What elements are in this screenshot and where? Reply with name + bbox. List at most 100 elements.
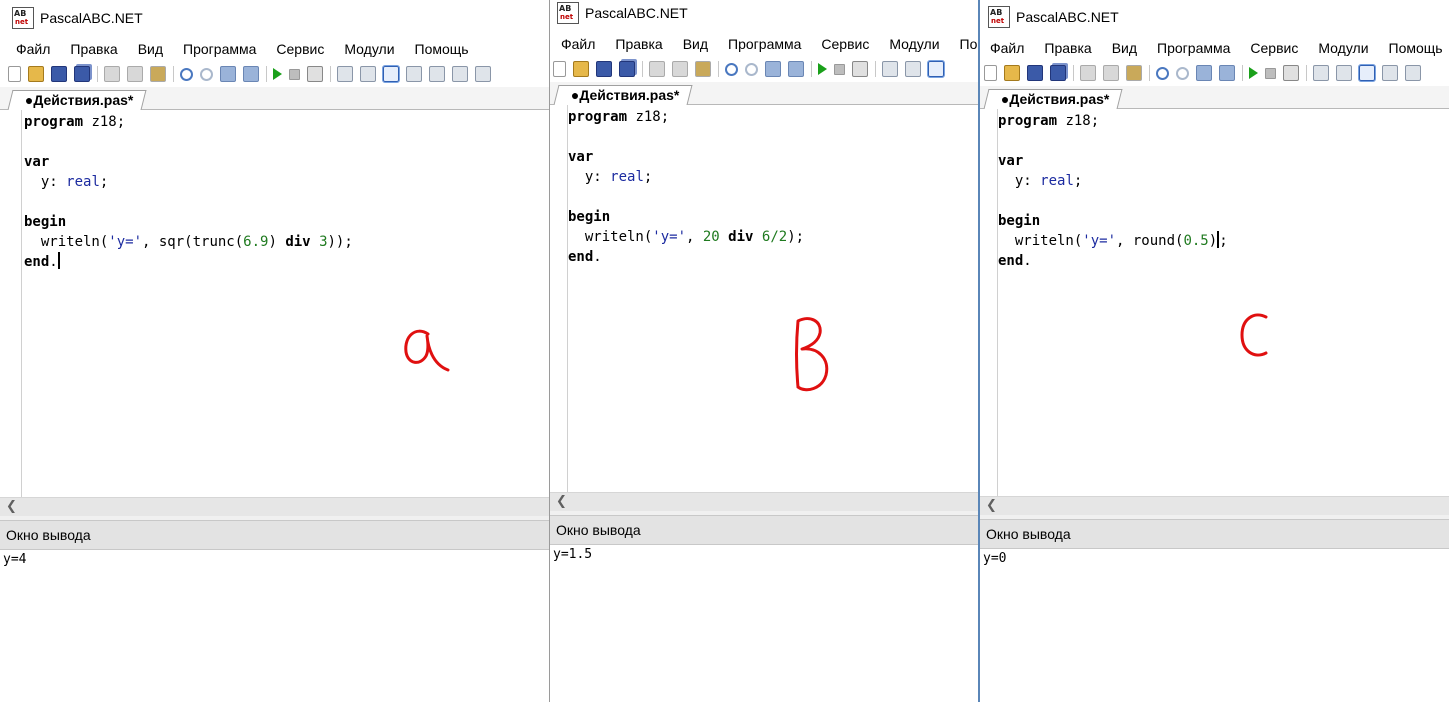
code-text[interactable]: program z18; var y: real; begin writeln(… — [568, 107, 804, 267]
forward-icon[interactable] — [243, 66, 259, 82]
format-icon[interactable] — [905, 61, 921, 77]
redo-icon[interactable] — [200, 67, 213, 81]
menu-file[interactable]: Файл — [990, 40, 1024, 56]
menu-view[interactable]: Вид — [1112, 40, 1137, 56]
menu-service[interactable]: Сервис — [821, 36, 869, 52]
handwritten-annotation — [1236, 309, 1276, 369]
new-file-icon[interactable] — [8, 66, 21, 82]
menu-modules[interactable]: Модули — [1318, 40, 1368, 56]
back-icon[interactable] — [220, 66, 236, 82]
format-icon[interactable] — [360, 66, 376, 82]
copy-icon[interactable] — [127, 66, 143, 82]
cut-icon[interactable] — [1080, 65, 1096, 81]
menu-file[interactable]: Файл — [561, 36, 595, 52]
menu-edit[interactable]: Правка — [70, 41, 117, 57]
new-file-icon[interactable] — [553, 61, 566, 77]
menu-help[interactable]: Помощь — [1389, 40, 1443, 56]
toggle-output-icon[interactable] — [382, 65, 400, 83]
scroll-left-icon[interactable]: ❮ — [6, 499, 17, 514]
scroll-left-icon[interactable]: ❮ — [556, 494, 567, 509]
code-editor[interactable]: program z18; var y: real; begin writeln(… — [0, 110, 549, 497]
paste-icon[interactable] — [150, 66, 166, 82]
menu-service[interactable]: Сервис — [276, 41, 324, 57]
form-designer-icon[interactable] — [429, 66, 445, 82]
menu-edit[interactable]: Правка — [615, 36, 662, 52]
toggle-output-icon[interactable] — [1358, 64, 1376, 82]
tab-deistviya[interactable]: ●Действия.pas* — [983, 89, 1123, 109]
scroll-left-icon[interactable]: ❮ — [986, 498, 997, 513]
output-window[interactable]: y=4 — [0, 550, 549, 702]
db-icon[interactable] — [452, 66, 468, 82]
menu-view[interactable]: Вид — [138, 41, 163, 57]
reference-icon[interactable] — [475, 66, 491, 82]
tab-deistviya[interactable]: ●Действия.pas* — [553, 85, 693, 105]
open-icon[interactable] — [1004, 65, 1020, 81]
menu-view[interactable]: Вид — [683, 36, 708, 52]
options-icon[interactable] — [1382, 65, 1398, 81]
copy-icon[interactable] — [1103, 65, 1119, 81]
paste-icon[interactable] — [1126, 65, 1142, 81]
menu-program[interactable]: Программа — [728, 36, 801, 52]
comment-icon[interactable] — [882, 61, 898, 77]
toggle-output-icon[interactable] — [927, 60, 945, 78]
paste-icon[interactable] — [695, 61, 711, 77]
save-all-icon[interactable] — [1050, 65, 1066, 81]
cut-icon[interactable] — [104, 66, 120, 82]
code-text[interactable]: program z18; var y: real; begin writeln(… — [24, 112, 353, 272]
debug-icon[interactable] — [307, 66, 323, 82]
back-icon[interactable] — [765, 61, 781, 77]
save-all-icon[interactable] — [74, 66, 90, 82]
stop-icon[interactable] — [289, 68, 300, 80]
pascalabc-app-icon: AB net — [557, 2, 579, 24]
redo-icon[interactable] — [745, 62, 758, 76]
undo-icon[interactable] — [725, 62, 738, 76]
comment-icon[interactable] — [1313, 65, 1329, 81]
undo-icon[interactable] — [1156, 66, 1169, 80]
debug-icon[interactable] — [1283, 65, 1299, 81]
code-editor[interactable]: program z18; var y: real; begin writeln(… — [550, 105, 979, 492]
menu-help[interactable]: Помощь — [415, 41, 469, 57]
menu-modules[interactable]: Модули — [889, 36, 939, 52]
open-icon[interactable] — [573, 61, 589, 77]
menu-help[interactable]: Пом — [960, 36, 979, 52]
stop-icon[interactable] — [834, 63, 845, 75]
new-file-icon[interactable] — [984, 65, 997, 81]
comment-icon[interactable] — [337, 66, 353, 82]
stop-icon[interactable] — [1265, 67, 1276, 79]
cut-icon[interactable] — [649, 61, 665, 77]
run-icon[interactable] — [273, 68, 282, 80]
tab-deistviya[interactable]: ●Действия.pas* — [7, 90, 147, 110]
forward-icon[interactable] — [1219, 65, 1235, 81]
run-icon[interactable] — [818, 63, 827, 75]
save-icon[interactable] — [596, 61, 612, 77]
run-icon[interactable] — [1249, 67, 1258, 79]
menu-modules[interactable]: Модули — [344, 41, 394, 57]
save-icon[interactable] — [51, 66, 67, 82]
code-text[interactable]: program z18; var y: real; begin writeln(… — [998, 111, 1228, 271]
format-icon[interactable] — [1336, 65, 1352, 81]
code-editor[interactable]: program z18; var y: real; begin writeln(… — [980, 109, 1449, 496]
debug-icon[interactable] — [852, 61, 868, 77]
copy-icon[interactable] — [672, 61, 688, 77]
open-icon[interactable] — [28, 66, 44, 82]
menu-program[interactable]: Программа — [1157, 40, 1230, 56]
options-icon[interactable] — [406, 66, 422, 82]
form-designer-icon[interactable] — [1405, 65, 1421, 81]
undo-icon[interactable] — [180, 67, 193, 81]
output-window[interactable]: y=0 — [980, 549, 1449, 702]
save-all-icon[interactable] — [619, 61, 635, 77]
toolbar — [980, 61, 1449, 85]
menu-service[interactable]: Сервис — [1250, 40, 1298, 56]
forward-icon[interactable] — [788, 61, 804, 77]
horizontal-scrollbar[interactable]: ❮ — [550, 492, 979, 511]
menu-program[interactable]: Программа — [183, 41, 256, 57]
horizontal-scrollbar[interactable]: ❮ — [980, 496, 1449, 515]
menu-file[interactable]: Файл — [16, 41, 50, 57]
horizontal-scrollbar[interactable]: ❮ — [0, 497, 549, 516]
menu-edit[interactable]: Правка — [1044, 40, 1091, 56]
menu-bar: Файл Правка Вид Программа Сервис Модули … — [980, 36, 1449, 60]
output-window[interactable]: y=1.5 — [550, 545, 979, 702]
back-icon[interactable] — [1196, 65, 1212, 81]
redo-icon[interactable] — [1176, 66, 1189, 80]
save-icon[interactable] — [1027, 65, 1043, 81]
